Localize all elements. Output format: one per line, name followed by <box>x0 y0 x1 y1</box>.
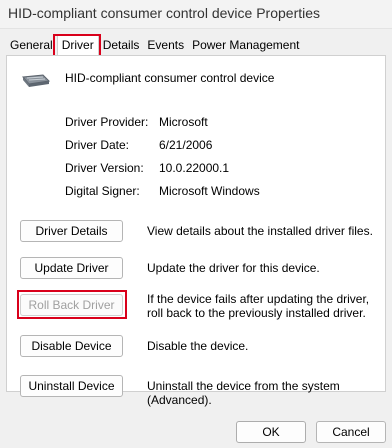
window-title: HID-compliant consumer control device Pr… <box>8 5 321 21</box>
driver-details-description: View details about the installed driver … <box>147 224 373 238</box>
uninstall-device-description: Uninstall the device from the system (Ad… <box>147 379 340 407</box>
tab-general[interactable]: General <box>6 36 57 56</box>
driver-provider-value: Microsoft <box>159 115 208 129</box>
ok-button[interactable]: OK <box>236 421 306 443</box>
driver-details-button[interactable]: Driver Details <box>20 220 123 242</box>
driver-version-value: 10.0.22000.1 <box>159 161 230 175</box>
tab-events[interactable]: Events <box>143 36 188 56</box>
update-driver-description: Update the driver for this device. <box>147 261 320 275</box>
driver-provider-label: Driver Provider: <box>65 115 149 129</box>
uninstall-device-button[interactable]: Uninstall Device <box>20 375 123 397</box>
disable-device-button[interactable]: Disable Device <box>20 335 123 357</box>
roll-back-driver-description: If the device fails after updating the d… <box>147 292 370 320</box>
disable-device-description: Disable the device. <box>147 339 249 353</box>
tab-strip: General Driver Details Events Power Mana… <box>6 35 303 58</box>
digital-signer-value: Microsoft Windows <box>159 184 260 198</box>
driver-version-label: Driver Version: <box>65 161 144 175</box>
device-name: HID-compliant consumer control device <box>65 71 275 85</box>
update-driver-button[interactable]: Update Driver <box>20 257 123 279</box>
cancel-button[interactable]: Cancel <box>316 421 386 443</box>
keyboard-device-icon <box>21 74 51 91</box>
digital-signer-label: Digital Signer: <box>65 184 140 198</box>
roll-back-driver-button[interactable]: Roll Back Driver <box>20 294 123 316</box>
driver-panel: HID-compliant consumer control device Dr… <box>6 55 386 407</box>
tab-details[interactable]: Details <box>99 36 144 56</box>
title-bar: HID-compliant consumer control device Pr… <box>0 0 392 29</box>
driver-date-label: Driver Date: <box>65 138 130 152</box>
tab-power-management[interactable]: Power Management <box>188 36 303 56</box>
driver-date-value: 6/21/2006 <box>159 138 213 152</box>
